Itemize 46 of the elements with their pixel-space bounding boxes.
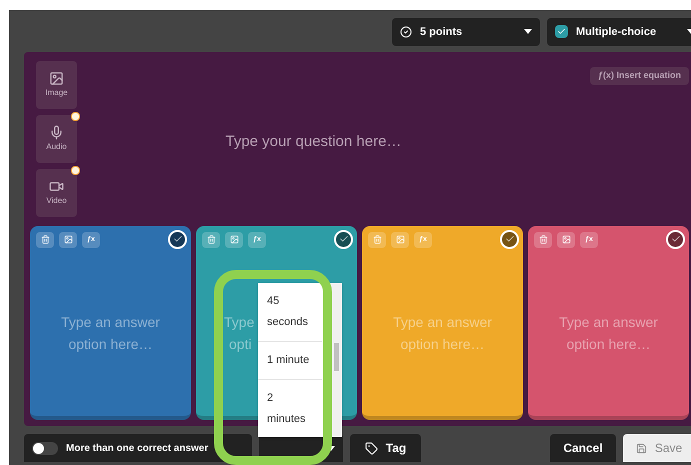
save-icon	[636, 442, 647, 454]
correct-toggle[interactable]	[666, 230, 685, 249]
delete-button[interactable]	[36, 232, 54, 248]
image-icon	[64, 235, 72, 244]
tag-icon	[364, 442, 378, 455]
correct-toggle[interactable]	[500, 230, 519, 249]
cancel-button[interactable]: Cancel	[550, 434, 616, 462]
caret-icon	[524, 29, 532, 34]
check-circle-icon	[400, 26, 412, 38]
scrollbar[interactable]	[331, 283, 342, 437]
menu-item[interactable]: 2 minutes	[267, 388, 313, 430]
question-type-dropdown[interactable]: Multiple-choice	[547, 18, 691, 46]
multiple-correct-toggle[interactable]: More than one correct answer	[24, 434, 252, 462]
media-button[interactable]: Image	[36, 60, 77, 109]
check-icon	[670, 234, 680, 244]
correct-toggle[interactable]	[334, 230, 353, 249]
image-button[interactable]	[557, 232, 575, 248]
image-icon	[49, 70, 64, 86]
points-dropdown[interactable]: 5 points	[392, 18, 540, 46]
check-icon	[338, 234, 348, 244]
delete-button[interactable]	[202, 232, 220, 248]
image-icon	[230, 235, 238, 244]
microphone-icon	[49, 124, 64, 140]
media-button[interactable]: Video	[36, 168, 77, 217]
menu-item[interactable]: 45 seconds	[267, 291, 313, 333]
tag-button[interactable]: Tag	[350, 434, 421, 462]
trash-icon	[538, 235, 548, 244]
trash-icon	[40, 235, 50, 244]
image-button[interactable]	[59, 232, 77, 248]
menu-item[interactable]: 1 minute	[267, 350, 313, 371]
image-button[interactable]	[225, 232, 243, 248]
answer-placeholder[interactable]: option here…	[68, 336, 153, 352]
answer-placeholder[interactable]: Type an answer	[61, 314, 160, 330]
image-icon	[562, 235, 570, 244]
trash-icon	[372, 235, 382, 244]
delete-button[interactable]	[534, 232, 552, 248]
question-field[interactable]: Type your question here…	[77, 58, 590, 226]
check-icon	[504, 234, 514, 244]
check-icon	[172, 234, 182, 244]
checkbox-icon	[555, 25, 568, 38]
insert-equation-button[interactable]: ƒ(x) Insert equation	[590, 66, 689, 85]
trash-icon	[206, 235, 216, 244]
media-button[interactable]: Audio	[36, 114, 77, 163]
correct-toggle[interactable]	[168, 230, 187, 249]
image-icon	[396, 235, 404, 244]
switch-icon	[32, 442, 58, 455]
